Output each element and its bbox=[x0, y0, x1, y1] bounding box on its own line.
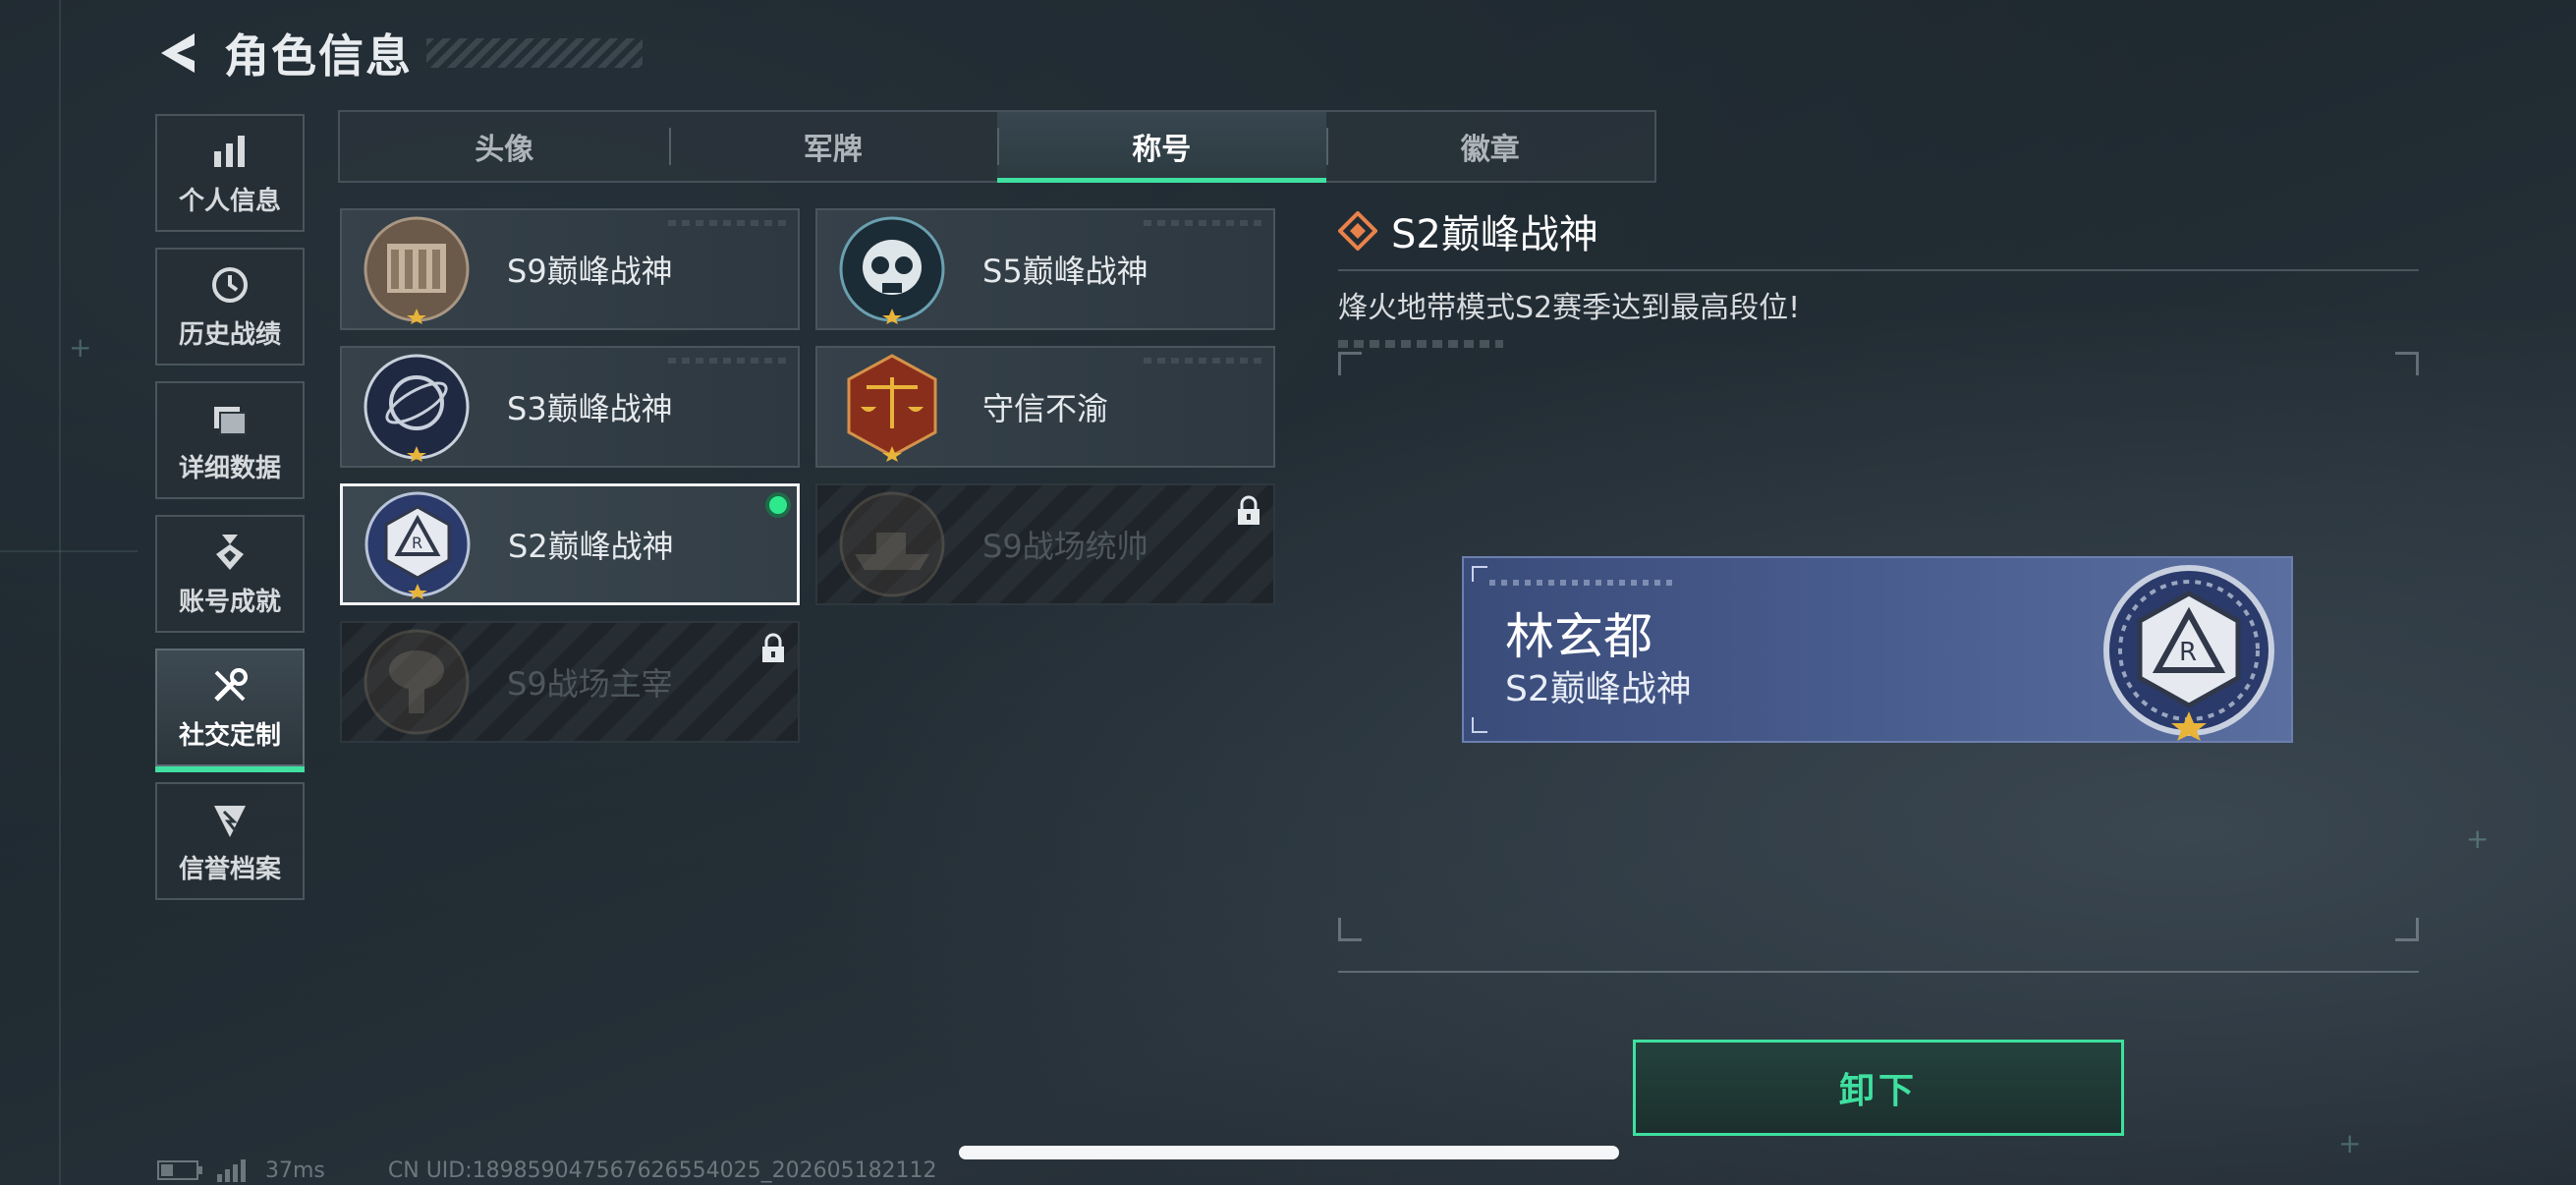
tab-badge[interactable]: 徽章 bbox=[1325, 112, 1655, 181]
card-decoration bbox=[668, 220, 786, 226]
title-name: 守信不渝 bbox=[982, 390, 1109, 427]
detail-decoration bbox=[1338, 340, 1503, 348]
decor-line bbox=[0, 550, 138, 552]
title-grid: S9巅峰战神 S5巅峰战神 S3巅峰战神 守信不渝 R S2巅峰战神 S9战场统… bbox=[340, 208, 1275, 743]
equipped-indicator bbox=[765, 492, 791, 518]
lock-icon bbox=[762, 633, 784, 662]
home-indicator[interactable] bbox=[959, 1146, 1619, 1159]
frame-corner bbox=[1338, 352, 1362, 375]
unequip-button[interactable]: 卸下 bbox=[1633, 1040, 2124, 1136]
detail-description: 烽火地带模式S2赛季达到最高段位! bbox=[1338, 291, 1801, 325]
tab-title[interactable]: 称号 bbox=[997, 112, 1326, 183]
frame-corner bbox=[2395, 352, 2419, 375]
sidebar-item-label: 信誉档案 bbox=[178, 854, 281, 884]
battery-icon bbox=[157, 1160, 202, 1180]
page-header: 角色信息 bbox=[155, 26, 643, 83]
detail-header: S2巅峰战神 bbox=[1338, 206, 2419, 257]
unequip-label: 卸下 bbox=[1838, 1071, 1918, 1111]
nameplate-preview: 林玄都 S2巅峰战神 R bbox=[1462, 556, 2293, 743]
explosion-medal-icon bbox=[364, 629, 470, 735]
sidebar-item-label: 社交定制 bbox=[178, 720, 281, 751]
sidebar-item-history[interactable]: 历史战绩 bbox=[155, 248, 305, 366]
player-name: 林玄都 bbox=[1505, 608, 1652, 665]
title-card[interactable]: S9巅峰战神 bbox=[340, 208, 800, 330]
card-decoration bbox=[1144, 358, 1261, 364]
title-name: S5巅峰战神 bbox=[982, 253, 1148, 290]
title-name: S9巅峰战神 bbox=[507, 253, 673, 290]
decor-plus-icon: + bbox=[2466, 822, 2490, 855]
sidebar-item-achievements[interactable]: 账号成就 bbox=[155, 515, 305, 633]
title-name: S2巅峰战神 bbox=[508, 528, 674, 565]
signal-icon bbox=[217, 1159, 246, 1182]
frame-corner bbox=[1338, 918, 1362, 941]
divider bbox=[1338, 269, 2419, 271]
nameplate-corner bbox=[1472, 717, 1487, 733]
sidebar-item-personal-info[interactable]: 个人信息 bbox=[155, 114, 305, 232]
frame-corner bbox=[2395, 918, 2419, 941]
title-name: S9战场主宰 bbox=[507, 665, 673, 703]
tools-icon bbox=[214, 667, 248, 702]
decor-line bbox=[59, 0, 61, 1185]
sidebar-item-label: 账号成就 bbox=[178, 587, 281, 617]
diamond-icon bbox=[1338, 211, 1377, 251]
achievement-icon bbox=[216, 534, 244, 570]
title-name: S3巅峰战神 bbox=[507, 390, 673, 427]
card-decoration bbox=[1144, 220, 1261, 226]
nameplate-decoration bbox=[1489, 580, 1676, 586]
sidebar-item-detailed-data[interactable]: 详细数据 bbox=[155, 381, 305, 499]
hexagon-medal-icon: R bbox=[364, 491, 471, 599]
hexagon-medal-icon: R bbox=[2103, 565, 2274, 741]
folder-icon bbox=[214, 406, 247, 435]
svg-text:R: R bbox=[2179, 638, 2197, 667]
monument-medal-icon bbox=[364, 216, 470, 324]
title-card[interactable]: 守信不渝 bbox=[815, 346, 1275, 468]
sidebar-item-label: 详细数据 bbox=[178, 453, 281, 483]
uid-text: CN UID:189859047567626554025_20260518211… bbox=[387, 1157, 937, 1183]
bar-chart-icon bbox=[214, 135, 245, 167]
tab-dogtag[interactable]: 军牌 bbox=[668, 112, 998, 181]
title-card-locked[interactable]: S9战场主宰 bbox=[340, 621, 800, 743]
sidebar-item-social-custom[interactable]: 社交定制 bbox=[155, 649, 305, 772]
title-card[interactable]: S3巅峰战神 bbox=[340, 346, 800, 468]
decor-plus-icon: + bbox=[69, 331, 92, 364]
title-card-locked[interactable]: S9战场统帅 bbox=[815, 483, 1275, 605]
globe-medal-icon bbox=[364, 354, 470, 462]
back-arrow-icon[interactable] bbox=[155, 29, 198, 77]
nameplate-corner bbox=[1472, 566, 1487, 582]
title-card[interactable]: S5巅峰战神 bbox=[815, 208, 1275, 330]
title-name: S9战场统帅 bbox=[982, 528, 1148, 565]
detail-title: S2巅峰战神 bbox=[1391, 212, 1598, 257]
scales-medal-icon bbox=[847, 354, 937, 462]
sidebar: 个人信息 历史战绩 详细数据 账号成就 社交定制 信誉档案 bbox=[155, 114, 307, 916]
sidebar-item-credit[interactable]: 信誉档案 bbox=[155, 782, 305, 900]
ping-readout: 37ms bbox=[265, 1157, 325, 1183]
sidebar-item-label: 历史战绩 bbox=[178, 319, 281, 350]
history-icon bbox=[212, 266, 248, 303]
nameplate-title: S2巅峰战神 bbox=[1505, 669, 1692, 709]
lock-icon bbox=[1238, 495, 1260, 525]
tab-bar: 头像 军牌 称号 徽章 bbox=[338, 110, 1656, 183]
svg-text:R: R bbox=[412, 534, 422, 552]
credit-icon bbox=[214, 805, 246, 837]
page-title: 角色信息 bbox=[224, 29, 413, 83]
title-decoration bbox=[426, 38, 643, 68]
divider bbox=[1338, 971, 2419, 973]
skull-medal-icon bbox=[839, 216, 945, 324]
title-card-selected[interactable]: R S2巅峰战神 bbox=[340, 483, 800, 605]
decor-plus-icon: + bbox=[2338, 1127, 2362, 1159]
ship-medal-icon bbox=[839, 491, 945, 597]
tab-avatar[interactable]: 头像 bbox=[340, 112, 669, 181]
sidebar-item-label: 个人信息 bbox=[178, 186, 281, 216]
status-bar: 37ms CN UID:189859047567626554025_202605… bbox=[157, 1157, 937, 1183]
title-detail-panel: S2巅峰战神 烽火地带模式S2赛季达到最高段位! bbox=[1338, 206, 2419, 348]
card-decoration bbox=[668, 358, 786, 364]
